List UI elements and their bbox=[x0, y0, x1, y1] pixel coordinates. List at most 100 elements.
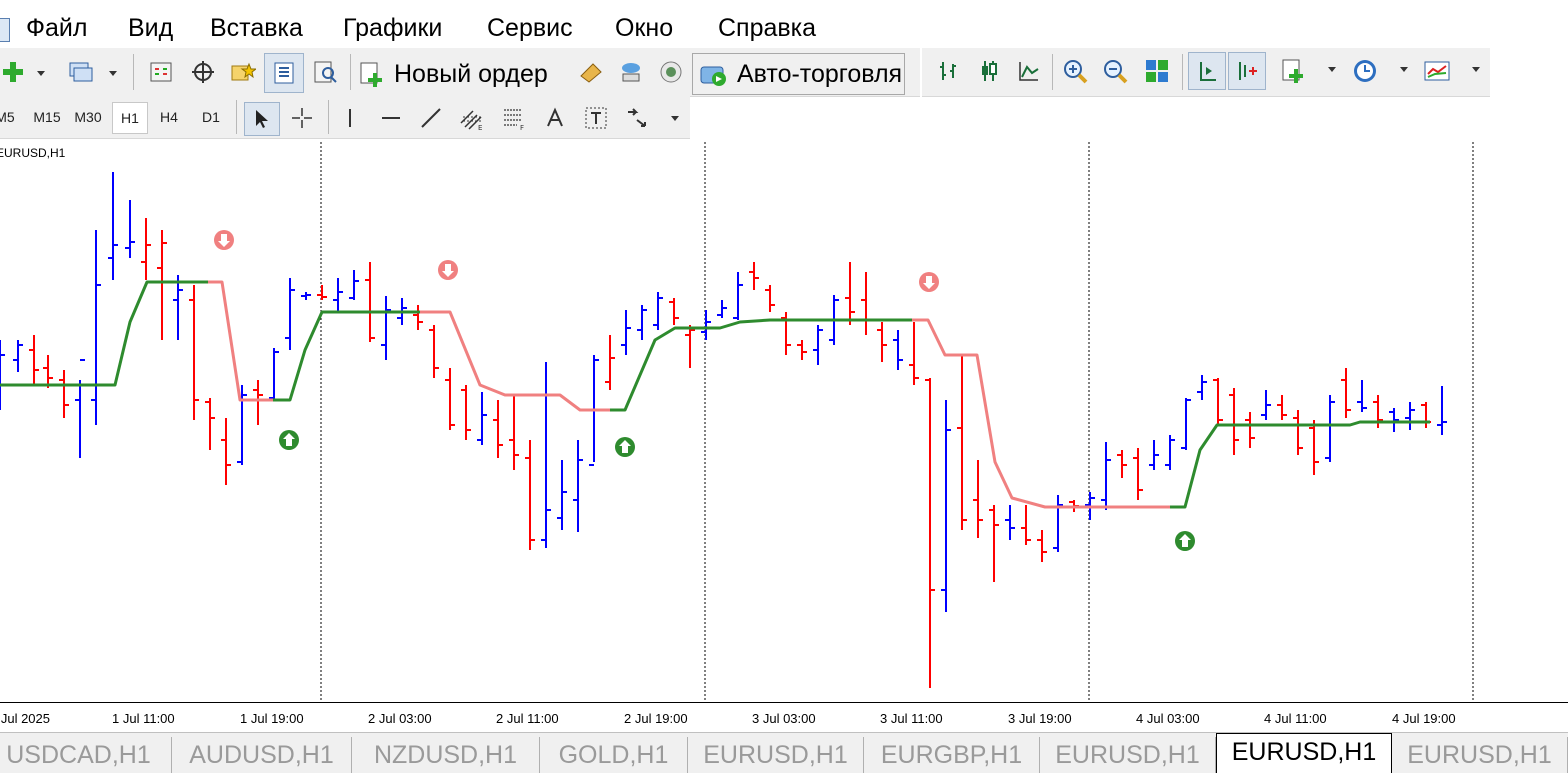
ohlc-bar bbox=[125, 200, 135, 258]
menu-view[interactable]: Вид bbox=[128, 14, 173, 43]
chart-canvas[interactable] bbox=[0, 140, 1568, 702]
menu-charts[interactable]: Графики bbox=[343, 14, 442, 43]
ohlc-bar bbox=[317, 285, 327, 300]
horizontal-line-icon[interactable] bbox=[376, 102, 406, 134]
templates-icon[interactable] bbox=[1422, 56, 1452, 86]
signals-icon[interactable] bbox=[616, 58, 646, 86]
menu-help[interactable]: Справка bbox=[718, 14, 816, 43]
zoom-out-icon[interactable] bbox=[1100, 56, 1130, 86]
new-chart-icon[interactable] bbox=[0, 58, 26, 86]
ohlc-bar bbox=[669, 298, 679, 325]
ohlc-bar bbox=[1421, 402, 1431, 428]
ohlc-bar bbox=[861, 272, 871, 335]
menu-window[interactable]: Окно bbox=[615, 14, 673, 43]
chevron-down-icon[interactable] bbox=[1328, 67, 1336, 72]
navigator-star-icon[interactable] bbox=[228, 58, 258, 86]
ohlc-bar bbox=[1277, 395, 1287, 420]
app-icon[interactable] bbox=[0, 18, 10, 42]
fibonacci-icon[interactable]: F bbox=[498, 102, 530, 134]
time-axis-label: 1 Jul 11:00 bbox=[112, 711, 175, 726]
strategy-tester-icon[interactable] bbox=[308, 58, 342, 86]
ohlc-bar bbox=[365, 262, 375, 342]
ohlc-bar bbox=[413, 305, 423, 330]
ohlc-bar bbox=[285, 278, 295, 350]
ohlc-bar bbox=[749, 262, 759, 290]
tab-audusd-h1[interactable]: AUDUSD,H1 bbox=[172, 737, 352, 773]
metaeditor-icon[interactable] bbox=[576, 58, 606, 86]
ohlc-bar bbox=[1261, 390, 1271, 420]
candlestick-icon[interactable] bbox=[974, 56, 1004, 86]
crosshair-target-icon[interactable] bbox=[188, 58, 218, 86]
ohlc-bar bbox=[189, 285, 199, 420]
auto-trading-button[interactable]: Авто-торговля bbox=[692, 53, 906, 95]
cursor-arrow-icon[interactable] bbox=[244, 102, 280, 136]
ohlc-bar bbox=[221, 418, 231, 485]
menu-file[interactable]: Файл bbox=[26, 14, 87, 43]
ohlc-bar bbox=[108, 172, 118, 280]
tab-nzdusd-h1[interactable]: NZDUSD,H1 bbox=[352, 737, 540, 773]
profiles-icon[interactable] bbox=[66, 58, 96, 86]
bar-chart-icon[interactable] bbox=[934, 56, 964, 86]
chart-shift-icon[interactable] bbox=[1188, 52, 1226, 90]
ohlc-bar bbox=[349, 270, 359, 300]
tab-eurusd-h1[interactable]: EURUSD,H1 bbox=[1392, 737, 1568, 773]
tab-eurusd-h1[interactable]: EURUSD,H1 bbox=[688, 737, 864, 773]
autoscroll-icon[interactable] bbox=[1228, 52, 1266, 90]
periods-clock-icon[interactable] bbox=[1350, 56, 1380, 86]
price-chart[interactable] bbox=[0, 140, 1568, 702]
line-chart-icon[interactable] bbox=[1014, 56, 1044, 86]
new-order-button[interactable]: Новый ордер bbox=[358, 54, 548, 94]
separator bbox=[350, 54, 351, 90]
ohlc-bar bbox=[1021, 505, 1031, 545]
crosshair-icon[interactable] bbox=[286, 102, 318, 134]
timeframe-m15[interactable]: M15 bbox=[30, 102, 64, 132]
chevron-down-icon[interactable] bbox=[109, 71, 117, 76]
ohlc-bar bbox=[477, 392, 487, 445]
ohlc-bar bbox=[1197, 375, 1207, 400]
zoom-in-icon[interactable] bbox=[1060, 56, 1090, 86]
chevron-down-icon[interactable] bbox=[1400, 67, 1408, 72]
tab-eurusd-h1-active[interactable]: EURUSD,H1 bbox=[1216, 733, 1392, 773]
time-axis-label: 3 Jul 11:00 bbox=[880, 711, 943, 726]
menu-tools[interactable]: Сервис bbox=[487, 14, 573, 43]
timeframe-h4[interactable]: H4 bbox=[152, 102, 186, 132]
market-icon[interactable] bbox=[656, 58, 686, 86]
ohlc-bar bbox=[893, 330, 903, 370]
chevron-down-icon[interactable] bbox=[1472, 67, 1480, 72]
chevron-down-icon[interactable] bbox=[671, 116, 679, 121]
indicators-add-icon[interactable] bbox=[1278, 56, 1308, 86]
arrows-icon[interactable] bbox=[622, 102, 652, 134]
ohlc-bar bbox=[205, 398, 215, 450]
ohlc-bar bbox=[157, 230, 167, 340]
ohlc-bar bbox=[1325, 395, 1335, 462]
tab-usdcad-h1[interactable]: USDCAD,H1 bbox=[0, 737, 172, 773]
tile-windows-icon[interactable] bbox=[1142, 56, 1172, 86]
timeframe-h1[interactable]: H1 bbox=[112, 102, 148, 134]
market-watch-icon[interactable] bbox=[146, 58, 176, 86]
ohlc-bar bbox=[1245, 412, 1255, 448]
svg-text:F: F bbox=[520, 124, 524, 131]
menu-bar: Файл Вид Вставка Графики Сервис Окно Спр… bbox=[0, 0, 1568, 48]
text-tool-icon[interactable] bbox=[540, 102, 570, 134]
menu-insert[interactable]: Вставка bbox=[210, 14, 303, 43]
ohlc-bar bbox=[957, 355, 967, 530]
text-label-icon[interactable] bbox=[580, 102, 612, 134]
equidistant-channel-icon[interactable]: E bbox=[456, 102, 488, 134]
ohlc-bar bbox=[493, 400, 503, 458]
ohlc-bar bbox=[43, 355, 53, 388]
tab-gold-h1[interactable]: GOLD,H1 bbox=[540, 737, 688, 773]
ohlc-bar bbox=[1437, 386, 1447, 435]
tab-eurgbp-h1[interactable]: EURGBP,H1 bbox=[864, 737, 1040, 773]
chevron-down-icon[interactable] bbox=[37, 71, 45, 76]
terminal-icon[interactable] bbox=[264, 53, 304, 93]
ohlc-bar bbox=[1037, 530, 1047, 562]
ohlc-bar bbox=[621, 310, 631, 355]
ohlc-bar bbox=[1341, 368, 1351, 418]
timeframe-d1[interactable]: D1 bbox=[194, 102, 228, 132]
timeframe-m30[interactable]: M30 bbox=[70, 102, 106, 132]
ohlc-bar bbox=[701, 310, 711, 340]
trendline-icon[interactable] bbox=[416, 102, 446, 134]
vertical-line-icon[interactable] bbox=[336, 102, 364, 134]
tab-eurusd-h1[interactable]: EURUSD,H1 bbox=[1040, 737, 1216, 773]
timeframe-m5[interactable]: M5 bbox=[0, 102, 16, 132]
